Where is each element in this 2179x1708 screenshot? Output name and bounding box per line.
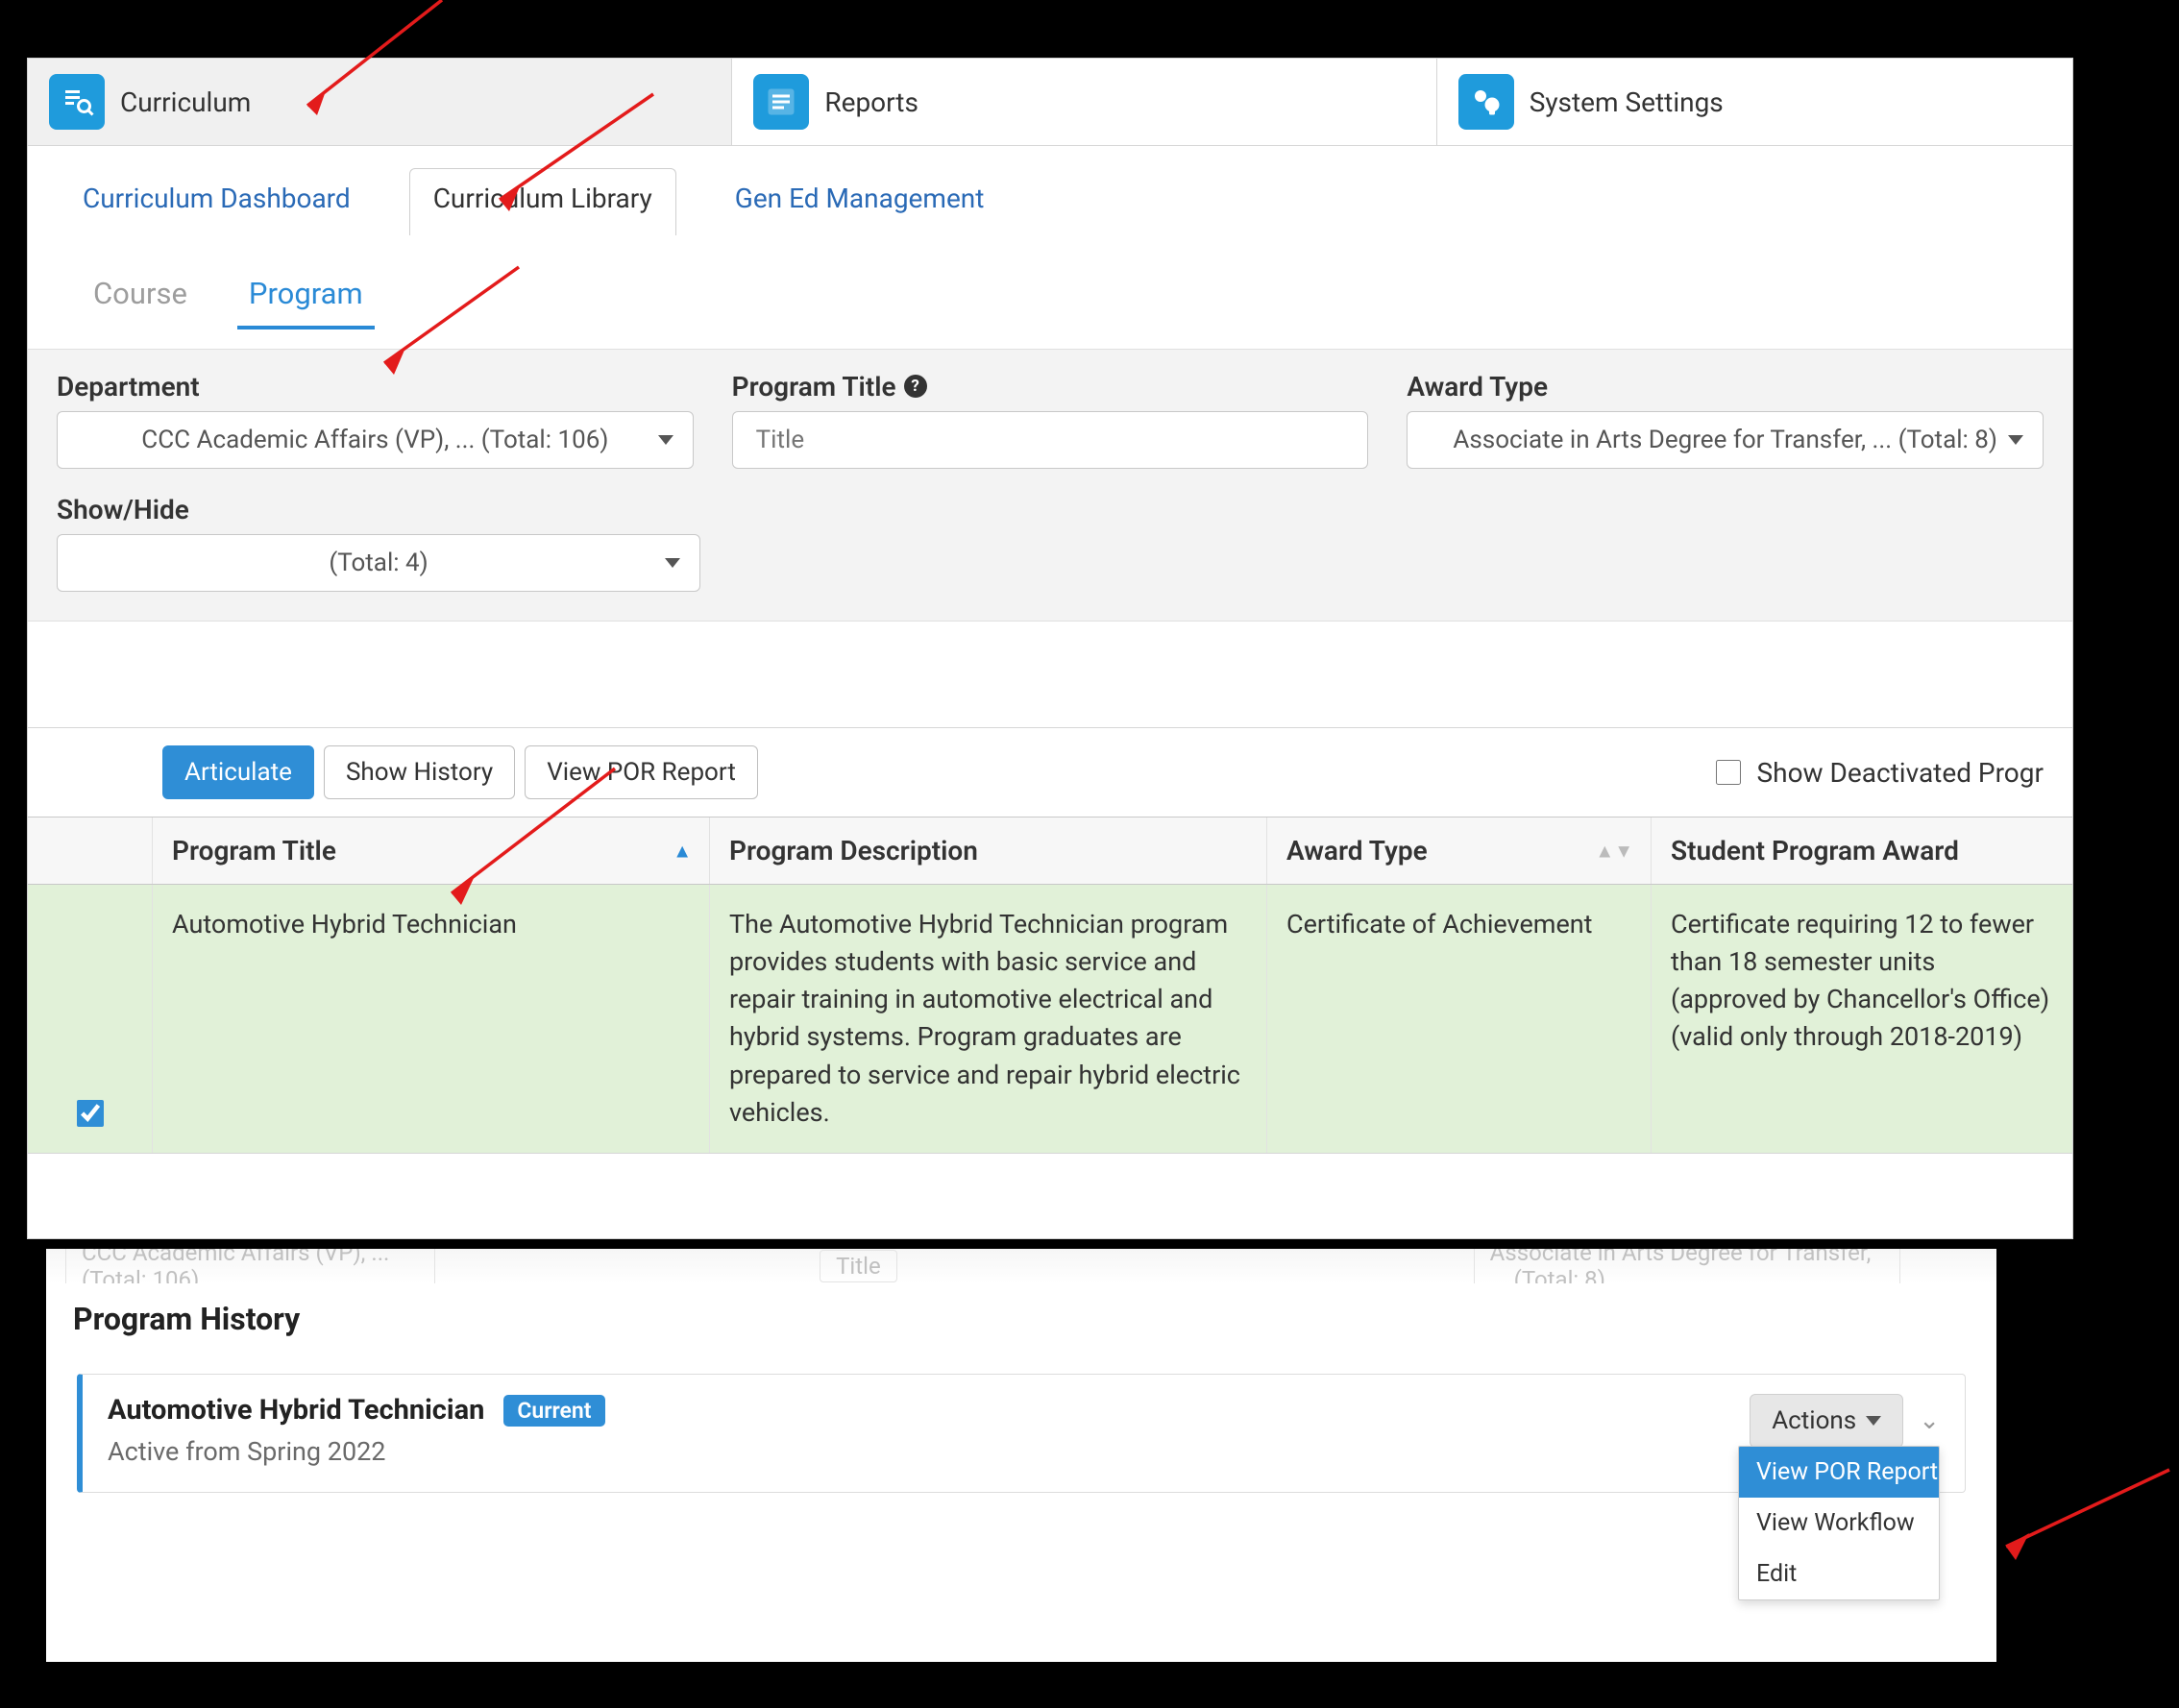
ghost-title: Title [820,1250,897,1282]
topnav-curriculum[interactable]: Curriculum [28,59,732,145]
program-history-heading: Program History [46,1283,1996,1345]
cell-award-type: Certificate of Achievement [1267,885,1652,1153]
sort-asc-icon: ▲ [673,839,692,863]
current-badge: Current [503,1395,604,1427]
sort-icon: ▲▼ [1595,839,1633,863]
table-header: Program Title ▲ Program Description Awar… [28,817,2072,885]
expand-chevron-icon[interactable]: ⌄ [1919,1406,1940,1435]
subsub-row: Course Program [28,237,2072,329]
actions-dropdown: View POR Report View Workflow Edit [1738,1446,1940,1600]
reports-icon [753,74,809,130]
actions-button[interactable]: Actions [1750,1394,1903,1448]
ghost-award: Associate in Arts Degree for Transfer, .… [1474,1249,1900,1283]
table-toolbar: Articulate Show History View POR Report … [28,728,2072,817]
ghost-department: CCC Academic Affairs (VP), ... (Total: 1… [65,1249,435,1283]
articulate-button[interactable]: Articulate [162,745,314,799]
label-program-title-text: Program Title [732,371,896,403]
th-award-type-text: Award Type [1286,835,1428,866]
subtabs-row: Curriculum Dashboard Curriculum Library … [28,146,2072,237]
label-show-hide: Show/Hide [57,492,700,526]
history-card: Automotive Hybrid Technician Current Act… [77,1374,1966,1493]
faded-filter-strip: CCC Academic Affairs (VP), ... (Total: 1… [46,1249,1996,1283]
th-program-title[interactable]: Program Title ▲ [153,817,710,884]
history-card-subtitle: Active from Spring 2022 [108,1436,605,1467]
select-department-value: CCC Academic Affairs (VP), ... (Total: 1… [141,426,608,454]
th-program-title-text: Program Title [172,835,336,866]
top-nav: Curriculum Reports System Settings [28,59,2072,146]
th-award-type[interactable]: Award Type ▲▼ [1267,817,1652,884]
select-department[interactable]: CCC Academic Affairs (VP), ... (Total: 1… [57,411,694,469]
settings-icon [1458,74,1514,130]
upper-screenshot: Curriculum Reports System Settings Curri… [27,58,2073,1239]
dropdown-view-workflow[interactable]: View Workflow [1739,1498,1939,1549]
tab-gen-ed-management[interactable]: Gen Ed Management [711,168,1009,235]
caret-icon [1866,1416,1881,1426]
th-spa-text: Student Program Award [1671,835,1959,866]
topnav-settings-label: System Settings [1530,86,1724,118]
caret-icon [665,558,680,568]
row-checkbox[interactable] [77,1100,104,1127]
show-deactivated-label: Show Deactivated Progr [1757,757,2044,789]
select-show-hide-value: (Total: 4) [329,549,428,577]
select-award-type[interactable]: Associate in Arts Degree for Transfer, .… [1407,411,2044,469]
th-program-description-text: Program Description [729,835,978,866]
th-checkbox [28,817,153,884]
annotation-arrow-view-por-report [1996,1470,2179,1598]
topnav-system-settings[interactable]: System Settings [1437,59,2072,145]
th-program-description[interactable]: Program Description [710,817,1267,884]
topnav-reports[interactable]: Reports [732,59,1436,145]
dropdown-edit[interactable]: Edit [1739,1549,1939,1599]
tab-program[interactable]: Program [237,268,375,329]
tab-curriculum-dashboard[interactable]: Curriculum Dashboard [59,168,375,235]
topnav-reports-label: Reports [824,86,918,118]
filters-panel: Department CCC Academic Affairs (VP), ..… [28,349,2072,622]
canvas: Curriculum Reports System Settings Curri… [0,0,2179,1708]
caret-icon [658,435,673,445]
curriculum-icon [49,74,105,130]
th-student-program-award[interactable]: Student Program Award [1652,817,2072,884]
select-award-type-value: Associate in Arts Degree for Transfer, .… [1453,426,1997,454]
input-program-title[interactable] [732,411,1369,469]
actions-button-label: Actions [1772,1406,1856,1435]
dropdown-view-por-report[interactable]: View POR Report [1739,1447,1939,1498]
topnav-curriculum-label: Curriculum [120,86,251,118]
table-wrap: Articulate Show History View POR Report … [28,727,2072,1154]
cell-student-program-award: Certificate requiring 12 to fewer than 1… [1652,885,2072,1153]
caret-icon [2008,435,2023,445]
show-history-button[interactable]: Show History [324,745,515,799]
help-icon[interactable]: ? [904,375,927,398]
history-card-title: Automotive Hybrid Technician [108,1394,484,1427]
view-por-report-button[interactable]: View POR Report [525,745,758,799]
label-award-type: Award Type [1407,369,2044,403]
show-deactivated-checkbox[interactable] [1716,760,1741,785]
cell-program-description: The Automotive Hybrid Technician program… [710,885,1267,1153]
table-row[interactable]: Automotive Hybrid Technician The Automot… [28,885,2072,1154]
select-show-hide[interactable]: (Total: 4) [57,534,700,592]
tab-course[interactable]: Course [82,268,199,329]
label-department: Department [57,369,694,403]
lower-screenshot: CCC Academic Affairs (VP), ... (Total: 1… [46,1249,1996,1662]
tab-curriculum-library[interactable]: Curriculum Library [409,168,676,235]
cell-program-title: Automotive Hybrid Technician [153,885,710,1153]
label-program-title: Program Title ? [732,369,1369,403]
show-deactivated-toggle[interactable]: Show Deactivated Progr [1712,757,2044,789]
